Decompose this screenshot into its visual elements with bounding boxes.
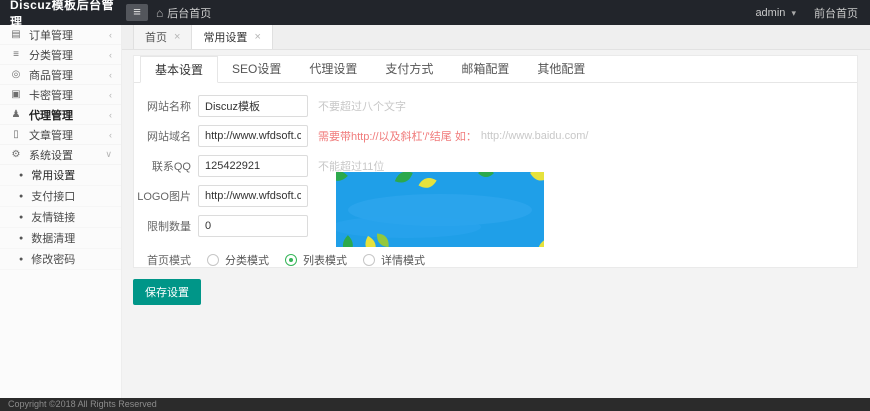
subitem-label: 数据清理	[31, 230, 75, 246]
sidebar-item-cards[interactable]: ▣ 卡密管理 ‹	[0, 85, 121, 105]
frontend-home-link[interactable]: 前台首页	[814, 5, 858, 21]
tab-mail-config[interactable]: 邮箱配置	[447, 56, 523, 82]
sidebar-item-label: 系统设置	[29, 147, 105, 163]
backend-home-label: 后台首页	[167, 5, 211, 21]
sidebar-subitem-change-password[interactable]: ● 修改密码	[0, 249, 121, 270]
form-row: 网站名称 不要超过八个文字	[134, 91, 857, 121]
subitem-label: 友情链接	[31, 209, 75, 225]
products-icon: ◎	[9, 69, 23, 80]
brand-title: Discuz模板后台管理	[0, 0, 122, 30]
sidebar-subitem-common-settings[interactable]: ● 常用设置	[0, 165, 121, 186]
bullet-icon: ●	[19, 172, 23, 179]
agents-icon: ♟	[9, 109, 23, 120]
bullet-icon: ●	[19, 193, 23, 200]
menu-toggle-icon[interactable]: ≡	[126, 4, 148, 21]
bullet-icon: ●	[19, 235, 23, 242]
sidebar-item-label: 分类管理	[29, 47, 109, 63]
sidebar: ▤ 订单管理 ‹ ≡ 分类管理 ‹ ◎ 商品管理 ‹ ▣ 卡密管理 ‹ ♟ 代理…	[0, 25, 122, 398]
radio-icon[interactable]	[363, 254, 375, 266]
sidebar-item-system-settings[interactable]: ⚙ 系统设置 ∨	[0, 145, 121, 165]
field-hint: 不要超过八个文字	[318, 98, 406, 114]
site-name-input[interactable]	[198, 95, 308, 117]
sidebar-item-agents[interactable]: ♟ 代理管理 ‹	[0, 105, 121, 125]
close-icon[interactable]: ×	[174, 31, 180, 43]
chevron-left-icon: ‹	[109, 110, 112, 120]
page-tabbar: 首页 × 常用设置 ×	[122, 25, 870, 50]
orders-icon: ▤	[9, 29, 23, 40]
field-label: LOGO图片	[134, 188, 191, 204]
categories-icon: ≡	[9, 49, 23, 60]
field-hint: http://www.baidu.com/	[481, 130, 589, 142]
chevron-left-icon: ‹	[109, 90, 112, 100]
tab-home[interactable]: 首页 ×	[133, 25, 192, 49]
sidebar-item-label: 代理管理	[29, 107, 109, 123]
articles-icon: ▯	[9, 129, 23, 140]
sidebar-item-label: 文章管理	[29, 127, 109, 143]
settings-icon: ⚙	[9, 149, 23, 160]
tab-payment-methods[interactable]: 支付方式	[371, 56, 447, 82]
tab-label: 首页	[145, 29, 167, 45]
home-mode-radio-group: 首页模式 分类模式 列表模式 详情模式	[134, 245, 857, 275]
field-label: 网站域名	[134, 128, 191, 144]
radio-icon[interactable]	[207, 254, 219, 266]
main-content: 首页 × 常用设置 × 基本设置 SEO设置 代理设置 支付方式 邮箱配置 其他…	[122, 25, 870, 398]
site-domain-input[interactable]	[198, 125, 308, 147]
tab-basic-settings[interactable]: 基本设置	[140, 56, 218, 83]
sidebar-item-categories[interactable]: ≡ 分类管理 ‹	[0, 45, 121, 65]
chevron-down-icon: ▾	[791, 8, 796, 18]
save-settings-button[interactable]: 保存设置	[133, 279, 201, 305]
limit-count-input[interactable]	[198, 215, 308, 237]
backend-home-link[interactable]: ⌂ 后台首页	[156, 5, 211, 21]
tab-other-config[interactable]: 其他配置	[523, 56, 599, 82]
chevron-left-icon: ‹	[109, 30, 112, 40]
subitem-label: 支付接口	[31, 188, 75, 204]
sidebar-item-label: 卡密管理	[29, 87, 109, 103]
radio-label: 分类模式	[225, 252, 269, 268]
bullet-icon: ●	[19, 256, 23, 263]
bullet-icon: ●	[19, 214, 23, 221]
field-label: 首页模式	[134, 252, 191, 268]
tab-common-settings[interactable]: 常用设置 ×	[192, 25, 272, 49]
sidebar-item-label: 商品管理	[29, 67, 109, 83]
admin-label: admin	[755, 7, 785, 19]
subitem-label: 常用设置	[31, 167, 75, 183]
radio-detail-mode[interactable]: 详情模式	[363, 252, 425, 268]
radio-category-mode[interactable]: 分类模式	[207, 252, 269, 268]
chevron-left-icon: ‹	[109, 70, 112, 80]
sidebar-item-articles[interactable]: ▯ 文章管理 ‹	[0, 125, 121, 145]
settings-panel: 基本设置 SEO设置 代理设置 支付方式 邮箱配置 其他配置 网站名称 不要超过…	[133, 55, 858, 268]
sidebar-item-products[interactable]: ◎ 商品管理 ‹	[0, 65, 121, 85]
logo-url-input[interactable]	[198, 185, 308, 207]
top-header: Discuz模板后台管理 ≡ ⌂ 后台首页 admin ▾ 前台首页	[0, 0, 870, 25]
field-label: 网站名称	[134, 98, 191, 114]
copyright-footer: Copyright ©2018 All Rights Reserved	[0, 398, 870, 411]
admin-dropdown[interactable]: admin ▾	[755, 7, 796, 19]
contact-qq-input[interactable]	[198, 155, 308, 177]
sidebar-subitem-payment-api[interactable]: ● 支付接口	[0, 186, 121, 207]
subitem-label: 修改密码	[31, 251, 75, 267]
settings-tabbar: 基本设置 SEO设置 代理设置 支付方式 邮箱配置 其他配置	[134, 56, 857, 83]
radio-checked-icon[interactable]	[285, 254, 297, 266]
chevron-left-icon: ‹	[109, 130, 112, 140]
logo-preview-image	[336, 172, 544, 247]
home-icon: ⌂	[156, 6, 163, 20]
radio-label: 详情模式	[381, 252, 425, 268]
radio-label: 列表模式	[303, 252, 347, 268]
tab-seo-settings[interactable]: SEO设置	[218, 56, 295, 82]
field-hint-warning: 需要带http://以及斜杠'/'结尾 如：	[318, 128, 477, 144]
close-icon[interactable]: ×	[254, 31, 260, 43]
tab-label: 常用设置	[203, 29, 247, 45]
radio-list-mode[interactable]: 列表模式	[285, 252, 347, 268]
cards-icon: ▣	[9, 89, 23, 100]
sidebar-subitem-data-cleanup[interactable]: ● 数据清理	[0, 228, 121, 249]
field-label: 限制数量	[134, 218, 191, 234]
sidebar-subitem-friend-links[interactable]: ● 友情链接	[0, 207, 121, 228]
field-label: 联系QQ	[134, 158, 191, 174]
chevron-down-icon: ∨	[105, 149, 112, 160]
chevron-left-icon: ‹	[109, 50, 112, 60]
form-row: 网站域名 需要带http://以及斜杠'/'结尾 如： http://www.b…	[134, 121, 857, 151]
tab-agent-settings[interactable]: 代理设置	[295, 56, 371, 82]
